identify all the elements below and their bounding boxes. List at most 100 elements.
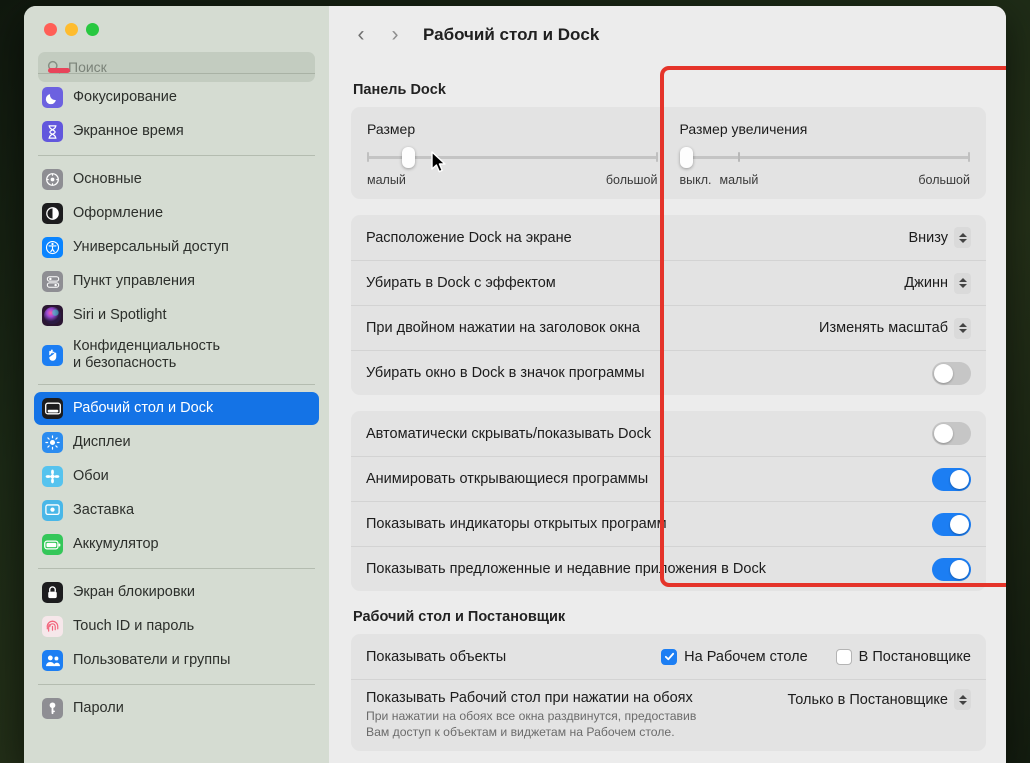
dock-option-row: Показывать индикаторы открытых программ: [351, 501, 986, 546]
siri-icon: [42, 305, 63, 326]
gear-icon: [42, 169, 63, 190]
chevron-updown-icon[interactable]: [954, 227, 971, 248]
checkmark-icon: [664, 652, 674, 661]
sidebar-item-label: Аккумулятор: [73, 536, 159, 553]
checkbox-desktop-label: На Рабочем столе: [684, 648, 808, 665]
close-button[interactable]: [44, 23, 57, 36]
sidebar-item-3-2[interactable]: Пользователи и группы: [34, 644, 319, 677]
dock-size-slider[interactable]: [367, 147, 658, 168]
checkbox-desktop[interactable]: На Рабочем столе: [661, 648, 808, 665]
touch-id-icon: [42, 616, 63, 637]
dock-behavior-row: При двойном нажатии на заголовок окна Изм…: [351, 305, 986, 350]
sidebar-item-label: Siri и Spotlight: [73, 307, 167, 324]
slider-tick-start: [367, 152, 369, 162]
sidebar-item-3-1[interactable]: Touch ID и пароль: [34, 610, 319, 643]
sidebar-scroll-area[interactable]: Фокусирование Экранное время Основные Оформ…: [24, 68, 329, 763]
show-items-checkbox-group: На Рабочем столе В Постановщике: [661, 648, 971, 665]
toggle-knob: [950, 469, 969, 489]
popup-button[interactable]: Изменять масштаб: [819, 317, 971, 339]
users-icon: [42, 650, 63, 671]
sidebar-group: Пароли: [34, 685, 319, 732]
dock-behavior-row: Расположение Dock на экране Внизу: [351, 215, 986, 260]
moon-icon: [42, 87, 63, 108]
dock-option-toggle[interactable]: [932, 557, 971, 581]
desktop-dock-icon: [42, 398, 63, 419]
appearance-icon: [42, 203, 63, 224]
dock-option-toggle[interactable]: [932, 467, 971, 491]
dock-section-title: Панель Dock: [353, 82, 446, 98]
toggle-knob: [950, 514, 969, 534]
dock-magnification-slider-thumb[interactable]: [679, 147, 693, 168]
chevron-updown-icon[interactable]: [954, 272, 971, 294]
sidebar-item-3-0[interactable]: Экран блокировки: [34, 576, 319, 609]
sidebar-item-1-2[interactable]: Универсальный доступ: [34, 231, 319, 264]
maximize-button[interactable]: [86, 23, 99, 36]
dock-behavior-row: Убирать в Dock с эффектом Джинн: [351, 260, 986, 305]
dock-magnification-legend-min: малый: [719, 173, 759, 187]
sidebar: Поиск Фокусирование Экранное время Основны…: [24, 6, 329, 763]
show-items-row: Показывать объекты На Рабочем столе В По…: [351, 634, 986, 679]
sidebar-item-2-1[interactable]: Дисплеи: [34, 426, 319, 459]
dock-option-row: Показывать предложенные и недавние прило…: [351, 546, 986, 591]
sidebar-item-2-0[interactable]: Рабочий стол и Dock: [34, 392, 319, 425]
popup-button[interactable]: Джинн: [904, 272, 971, 294]
click-wallpaper-text: Показывать Рабочий стол при нажатии на о…: [366, 689, 778, 741]
toolbar: ‹ › Рабочий стол и Dock: [329, 6, 1006, 64]
sidebar-item-label: Пароли: [73, 700, 124, 717]
minimize-into-icon-toggle[interactable]: [932, 361, 971, 385]
sidebar-item-2-4[interactable]: Аккумулятор: [34, 528, 319, 561]
sidebar-group: Рабочий стол и Dock Дисплеи Обои Заставка Ак…: [34, 385, 319, 568]
dock-option-toggle[interactable]: [932, 422, 971, 445]
click-wallpaper-description: При нажатии на обоях все окна раздвинутс…: [366, 709, 697, 740]
show-items-label: Показывать объекты: [366, 648, 507, 665]
sidebar-item-2-2[interactable]: Обои: [34, 460, 319, 493]
dock-size-slider-group: Размер малый большой: [367, 121, 658, 187]
click-wallpaper-popup[interactable]: Только в Постановщике: [788, 689, 971, 710]
sidebar-item-label: Оформление: [73, 205, 164, 222]
dock-magnification-slider[interactable]: [679, 147, 970, 168]
sidebar-item-label: Дисплеи: [73, 434, 131, 451]
sidebar-item-label: Заставка: [73, 502, 135, 519]
sidebar-item-0-0[interactable]: Фокусирование: [34, 81, 319, 114]
sidebar-item-1-0[interactable]: Основные: [34, 163, 319, 196]
checkbox-stage-manager-box[interactable]: [835, 648, 852, 665]
forward-button[interactable]: ›: [381, 21, 409, 49]
dock-magnification-legend: выкл. малый большой: [680, 173, 971, 187]
checkbox-stage-manager[interactable]: В Постановщике: [835, 648, 971, 665]
chevron-updown-icon[interactable]: [954, 689, 971, 710]
dock-option-toggle[interactable]: [932, 512, 971, 536]
row-label: Показывать индикаторы открытых программ: [366, 516, 667, 532]
click-wallpaper-label: Показывать Рабочий стол при нажатии на о…: [366, 690, 693, 706]
slider-tick-end: [968, 152, 970, 162]
dock-options-card: Автоматически скрывать/показывать Dock Ан…: [351, 411, 986, 591]
sidebar-item-1-4[interactable]: Siri и Spotlight: [34, 299, 319, 332]
slider-track: [679, 156, 970, 159]
back-button[interactable]: ‹: [347, 21, 375, 49]
slider-tick-mid: [737, 152, 740, 162]
sidebar-item-0-1[interactable]: Экранное время: [34, 115, 319, 148]
stage-section-title: Рабочий стол и Постановщик: [353, 609, 566, 625]
row-label: Автоматически скрывать/показывать Dock: [366, 425, 652, 442]
sidebar-item-1-1[interactable]: Оформление: [34, 197, 319, 230]
row-label: Показывать предложенные и недавние прило…: [366, 561, 766, 577]
sidebar-item-2-3[interactable]: Заставка: [34, 494, 319, 527]
popup-value: Джинн: [904, 275, 948, 291]
popup-button[interactable]: Внизу: [908, 227, 971, 248]
sidebar-group: Фокусирование Экранное время: [34, 74, 319, 155]
sidebar-item-label: Пользователи и группы: [73, 652, 231, 669]
checkbox-desktop-box[interactable]: [661, 648, 678, 665]
chevron-updown-icon[interactable]: [954, 317, 971, 339]
sidebar-item-1-5[interactable]: Конфиденциальность и безопасность: [34, 333, 319, 377]
dock-size-slider-thumb[interactable]: [401, 147, 415, 168]
sidebar-group: Основные Оформление Универсальный доступ Пу…: [34, 156, 319, 384]
row-label: Расположение Dock на экране: [366, 229, 572, 246]
sidebar-item-label: Универсальный доступ: [73, 239, 229, 256]
sidebar-item-4-0[interactable]: Пароли: [34, 692, 319, 725]
sidebar-item-1-3[interactable]: Пункт управления: [34, 265, 319, 298]
minimize-button[interactable]: [65, 23, 78, 36]
sidebar-item-label: Основные: [73, 171, 142, 188]
lock-screen-icon: [42, 582, 63, 603]
row-label: Анимировать открывающиеся программы: [366, 471, 649, 487]
sidebar-item-label: Обои: [73, 468, 109, 485]
mouse-cursor: [431, 151, 446, 173]
